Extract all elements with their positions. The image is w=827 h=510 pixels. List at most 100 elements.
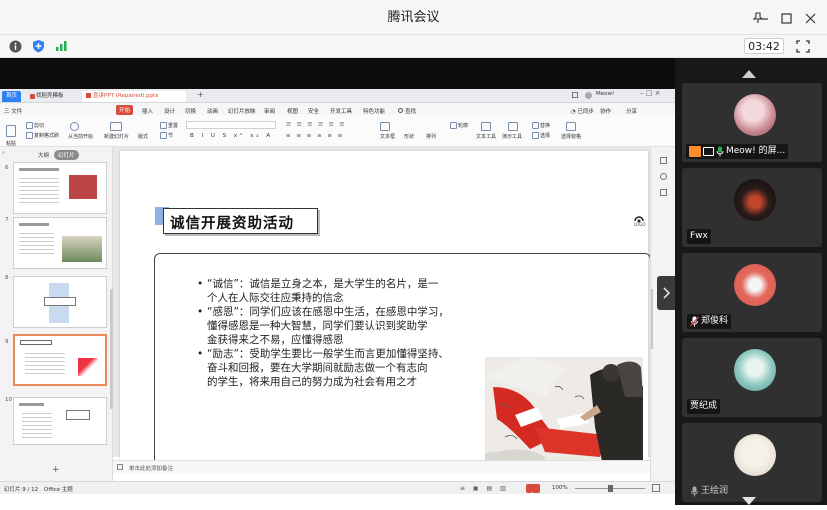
menu-search[interactable]: 查找 xyxy=(398,107,416,115)
menu-home[interactable]: 开始 xyxy=(116,105,134,115)
zoom-slider-handle[interactable] xyxy=(608,485,613,492)
slide-number: 7 xyxy=(5,217,9,223)
cut-button[interactable]: 剪切 xyxy=(26,122,44,129)
meeting-toolbar: 03:42 xyxy=(0,35,827,58)
menu-features[interactable]: 特色功能 xyxy=(363,107,385,115)
signal-strength-icon[interactable] xyxy=(54,40,68,52)
tab-slides[interactable]: 幻灯片 xyxy=(54,150,79,160)
section-button[interactable]: 节 xyxy=(160,132,173,139)
new-slide-icon[interactable] xyxy=(110,122,123,131)
tab-presentation[interactable]: 宣讲PPT (Repaired).pptx xyxy=(82,91,186,102)
select-button[interactable]: 选择 xyxy=(532,132,550,139)
wps-window-controls[interactable]: – □ × xyxy=(640,89,660,97)
replace-button[interactable]: 替换 xyxy=(532,122,550,129)
play-slideshow-button[interactable] xyxy=(526,484,540,497)
paragraph-buttons[interactable]: ☰ ☰ ☰ ☰ ☰ ☰ xyxy=(286,122,346,128)
outline-icon xyxy=(450,122,457,129)
scroll-down-arrow-icon[interactable] xyxy=(741,491,757,505)
close-button[interactable] xyxy=(804,12,816,24)
bullet-line: • “诚信”：诚信是立身之本，是大学生的名片，是一 xyxy=(197,278,439,290)
slide-thumbnail-10[interactable] xyxy=(13,397,107,445)
shape-button[interactable]: 形状 xyxy=(404,133,414,140)
collapse-panel-icon[interactable]: « xyxy=(2,150,5,156)
cloud-sync-icon[interactable]: ◔ 已同步 xyxy=(571,107,594,115)
menu-slideshow[interactable]: 幻灯片放映 xyxy=(228,107,256,115)
menu-design[interactable]: 设计 xyxy=(164,107,175,115)
tab-docer[interactable]: 找稻壳模板 xyxy=(30,91,68,102)
collapse-sidebar-button[interactable] xyxy=(657,276,675,310)
view-mode-buttons[interactable]: ≡ ▣ ▤ ▥ xyxy=(460,485,509,492)
textbox-icon[interactable] xyxy=(380,122,391,131)
text-tools-button[interactable]: 文本工具 xyxy=(476,133,496,140)
select-pane-button[interactable]: 选择窗格 xyxy=(561,133,581,140)
fit-window-icon[interactable] xyxy=(652,484,660,492)
scroll-up-arrow-icon[interactable] xyxy=(741,64,757,78)
share-button[interactable]: 分享 xyxy=(626,107,637,115)
menu-security[interactable]: 安全 xyxy=(308,107,319,115)
maximize-button[interactable] xyxy=(780,12,792,24)
arrange-button[interactable]: 排列 xyxy=(426,133,436,140)
copy-format-icon[interactable] xyxy=(660,189,667,196)
menu-view[interactable]: 视图 xyxy=(287,107,298,115)
participant-tile[interactable]: Fwx xyxy=(682,168,822,247)
copy-label: 复制 xyxy=(34,133,45,139)
presentation-tools-button[interactable]: 演示工具 xyxy=(502,133,522,140)
replace-icon xyxy=(532,122,539,129)
animation-icon[interactable] xyxy=(660,173,667,180)
new-tab-button[interactable]: + xyxy=(197,90,204,99)
minimize-button[interactable] xyxy=(757,14,769,24)
properties-icon[interactable] xyxy=(660,157,667,164)
collab-button[interactable]: 协作 xyxy=(600,107,611,115)
play-from-current-icon[interactable] xyxy=(70,122,80,131)
outline-button[interactable]: 轮廓 xyxy=(450,122,468,129)
canvas-scrollbar[interactable] xyxy=(651,289,653,349)
participant-tile[interactable]: Meow! 的屏... xyxy=(682,83,822,162)
new-slide-button[interactable]: 新建幻灯片 xyxy=(104,133,129,140)
add-slide-button[interactable]: + xyxy=(52,465,60,475)
clipboard-icon xyxy=(6,125,16,137)
copy-button[interactable]: 复制 xyxy=(26,132,44,139)
presentation-tools-icon[interactable] xyxy=(508,122,519,131)
slide-thumbnail-9-selected[interactable] xyxy=(13,334,107,386)
reset-button[interactable]: 重置 xyxy=(160,122,178,129)
layout-button[interactable]: 版式 xyxy=(138,133,148,140)
menu-animation[interactable]: 动画 xyxy=(207,107,218,115)
tab-outline[interactable]: 大纲 xyxy=(38,151,49,159)
participant-name-bar: 王绘润 xyxy=(687,484,731,499)
paste-button[interactable] xyxy=(6,125,17,137)
security-shield-icon[interactable] xyxy=(31,39,45,53)
tab-home[interactable]: 首页 xyxy=(2,91,22,102)
slide-counter: 幻灯片 9 / 12 xyxy=(4,487,39,493)
text-tools-icon[interactable] xyxy=(481,122,492,131)
zoom-level: 100% xyxy=(552,485,568,491)
slide-thumbnail-8[interactable] xyxy=(13,276,107,328)
slide-thumbnail-7[interactable] xyxy=(13,217,107,269)
section-icon xyxy=(160,132,167,139)
ribbon xyxy=(0,115,675,147)
from-current-button[interactable]: 从当前开始 xyxy=(68,133,93,140)
format-painter-button[interactable]: 格式刷 xyxy=(44,132,59,139)
menu-transitions[interactable]: 切换 xyxy=(185,107,196,115)
info-icon[interactable] xyxy=(8,39,22,53)
window-layout-icon[interactable] xyxy=(572,92,578,98)
menu-insert[interactable]: 插入 xyxy=(142,107,153,115)
slide-title-box[interactable]: 诚信开展资助活动 xyxy=(163,208,318,234)
participant-name: Meow! 的屏... xyxy=(726,146,786,156)
font-name-select[interactable] xyxy=(186,121,276,129)
search-icon xyxy=(398,108,403,113)
select-pane-icon[interactable] xyxy=(566,122,577,131)
menu-developer[interactable]: 开发工具 xyxy=(330,107,352,115)
font-format-buttons[interactable]: B I U S x² x₂ A xyxy=(190,133,273,139)
title-bar: 腾讯会议 xyxy=(0,0,827,35)
menu-review[interactable]: 审阅 xyxy=(264,107,275,115)
notes-area[interactable]: 单击此处添加备注 xyxy=(113,460,650,474)
menu-file[interactable]: 三 文件 xyxy=(4,107,22,115)
participant-tile[interactable]: 贾纪成 xyxy=(682,338,822,417)
slide-photo[interactable] xyxy=(485,357,643,466)
alignment-buttons[interactable]: ≡ ≡ ≡ ≡ ≡ ≡ xyxy=(286,133,344,139)
participant-tile[interactable]: 郑俊科 xyxy=(682,253,822,332)
fullscreen-icon[interactable] xyxy=(795,39,810,53)
user-avatar[interactable] xyxy=(585,92,592,99)
textbox-button[interactable]: 文本框 xyxy=(380,133,395,140)
slide-thumbnail-6[interactable] xyxy=(13,162,107,214)
